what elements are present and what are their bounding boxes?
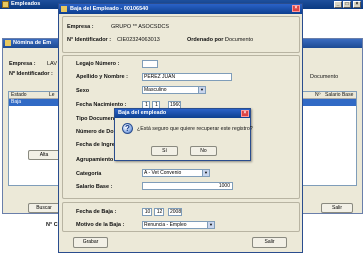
close-button[interactable]: × — [353, 1, 361, 8]
fecha-baja-label: Fecha de Baja : — [76, 209, 117, 215]
motivo-baja-label: Motivo de la Baja : — [76, 222, 125, 228]
legajo-input[interactable] — [142, 60, 158, 68]
fecha-baja-day-input[interactable]: 10 — [142, 208, 152, 216]
sexo-label: Sexo — [76, 88, 90, 94]
dialog-title-bar: Baja del empleado × — [115, 109, 250, 118]
bg-salir-button[interactable]: Salir — [321, 203, 353, 213]
identificador-label: N° Identificador : — [67, 37, 112, 43]
footer-text: N° C — [46, 222, 58, 228]
payroll-window-title: Nómina de Em — [13, 40, 52, 46]
maximize-button[interactable]: □ — [343, 1, 351, 8]
documento-label: Documento — [310, 74, 339, 80]
baja-window-title-bar: Baja del Empleado - 00106540 × — [59, 4, 302, 14]
empresa-label: Empresa : — [9, 61, 36, 67]
empresa-value: GRUPO ** ASOCSDCS — [111, 24, 170, 30]
col-numero[interactable]: Nº — [315, 92, 320, 98]
numero-documento-label: Número de Do — [76, 129, 114, 135]
window-icon — [5, 40, 11, 46]
col-salario[interactable]: Salario Base — [325, 92, 353, 98]
ordenado-value: Documento — [225, 37, 254, 43]
legajo-label: Legajo Número : — [76, 61, 120, 67]
alta-button[interactable]: Alta — [28, 150, 60, 160]
window-icon — [61, 6, 67, 12]
apellido-input[interactable]: PEREZ JUAN — [142, 73, 232, 81]
baja-window-title: Baja del Empleado - 00106540 — [70, 6, 149, 12]
chevron-down-icon[interactable]: ▼ — [207, 222, 214, 228]
salario-label: Salario Base : — [76, 184, 113, 190]
dialog-close-button[interactable]: × — [241, 110, 249, 117]
dialog-no-button[interactable]: No — [190, 146, 217, 156]
motivo-baja-select[interactable]: Renuncia - Empleo ▼ — [142, 221, 215, 229]
apellido-label: Apellido y Nombre : — [76, 74, 128, 80]
categoria-select[interactable]: A - Vet Convenio ▼ — [142, 169, 210, 177]
chevron-down-icon[interactable]: ▼ — [198, 87, 205, 93]
identificador-value: CIE02324063013 — [117, 37, 160, 43]
row-estado: Baja — [11, 99, 22, 105]
fecha-ingreso-label: Fecha de Ingre — [76, 142, 115, 148]
salario-input[interactable]: 1000 — [142, 182, 233, 190]
salir-button[interactable]: Salir — [252, 237, 287, 248]
sexo-select[interactable]: Masculino ▼ — [142, 86, 206, 94]
question-icon: ? — [122, 123, 133, 134]
buscar-button[interactable]: Buscar — [28, 203, 60, 213]
confirm-dialog: Baja del empleado × ? ¿Está seguro que q… — [114, 108, 253, 161]
header-group — [62, 16, 300, 53]
app-icon — [2, 1, 9, 8]
identificador-label: Nº Identificador : — [9, 71, 53, 77]
grabar-button[interactable]: Grabar — [73, 237, 108, 248]
chevron-down-icon[interactable]: ▼ — [202, 170, 209, 176]
app-title: Empleados — [11, 1, 41, 7]
categoria-value: A - Vet Convenio — [144, 170, 182, 176]
sexo-value: Masculino — [144, 87, 167, 93]
empresa-value: LAV — [47, 61, 57, 67]
dialog-yes-button[interactable]: Sí — [151, 146, 178, 156]
fecha-baja-year-input[interactable]: 2008 — [168, 208, 182, 216]
minimize-button[interactable]: _ — [334, 1, 342, 8]
dialog-title: Baja del empleado — [118, 110, 167, 116]
baja-close-button[interactable]: × — [292, 5, 300, 12]
dialog-message: ¿Está seguro que quiere recuperar este r… — [137, 126, 253, 132]
ordenado-label: Ordenado por : — [187, 37, 227, 43]
motivo-baja-value: Renuncia - Empleo — [144, 222, 187, 228]
fecha-baja-month-input[interactable]: 12 — [154, 208, 164, 216]
categoria-label: Categoría — [76, 171, 102, 177]
agrupamiento-label: Agrupamiento — [76, 157, 114, 163]
tipo-documento-label: Tipo Documento — [76, 116, 120, 122]
empresa-label: Empresa : — [67, 24, 94, 30]
col-estado[interactable]: Estado — [11, 92, 27, 98]
col-legajo[interactable]: Le — [49, 92, 55, 98]
